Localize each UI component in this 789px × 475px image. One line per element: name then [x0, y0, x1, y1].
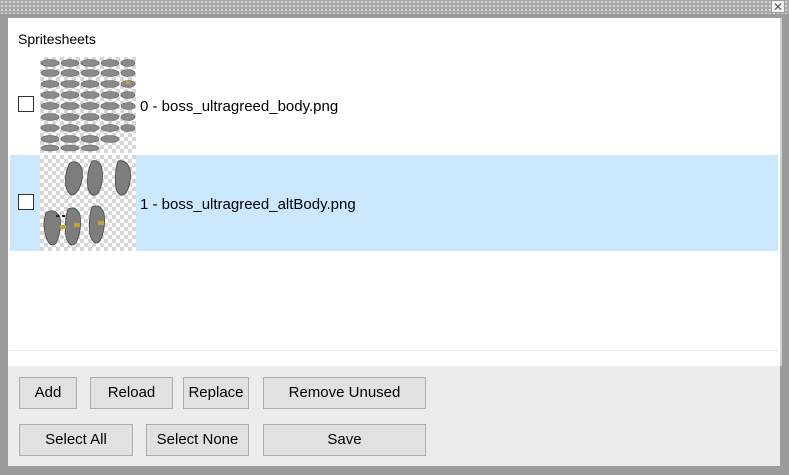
- spritesheet-checkbox-0[interactable]: [18, 96, 34, 112]
- select-none-button[interactable]: Select None: [146, 424, 249, 456]
- add-button[interactable]: Add: [19, 377, 77, 409]
- save-button[interactable]: Save: [263, 424, 426, 456]
- reload-button[interactable]: Reload: [90, 377, 173, 409]
- list-scrollbar[interactable]: [780, 18, 782, 366]
- spritesheet-checkbox-1[interactable]: [18, 194, 34, 210]
- spritesheet-thumbnail-1: [40, 155, 136, 251]
- spritesheet-label-0: 0 - boss_ultragreed_body.png: [140, 98, 339, 115]
- close-icon[interactable]: ✕: [771, 0, 785, 13]
- spritesheet-thumbnail-0: [40, 57, 136, 153]
- title-bar[interactable]: ✕: [0, 0, 789, 14]
- spritesheet-row-1[interactable]: 1 - boss_ultragreed_altBody.png: [10, 155, 778, 251]
- button-bar: Add Reload Replace Remove Unused Select …: [8, 366, 780, 466]
- remove-unused-button[interactable]: Remove Unused: [263, 377, 426, 409]
- select-all-button[interactable]: Select All: [19, 424, 133, 456]
- list-divider: [10, 350, 778, 351]
- replace-button[interactable]: Replace: [183, 377, 249, 409]
- spritesheets-label: Spritesheets: [18, 31, 96, 47]
- spritesheet-row-0[interactable]: 0 - boss_ultragreed_body.png: [10, 57, 778, 153]
- spritesheet-label-1: 1 - boss_ultragreed_altBody.png: [140, 196, 356, 213]
